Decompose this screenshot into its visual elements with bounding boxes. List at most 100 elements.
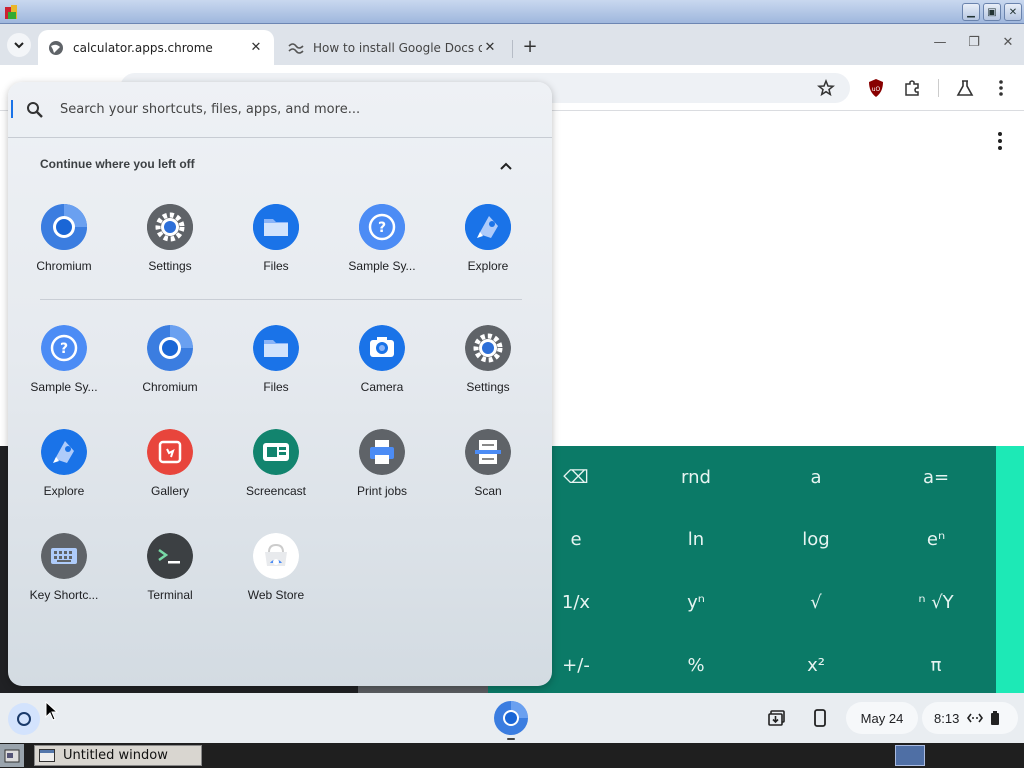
bookmark-star-icon[interactable] xyxy=(815,77,837,99)
date-label: May 24 xyxy=(860,710,904,726)
continue-app-explore[interactable]: Explore xyxy=(438,204,538,284)
continue-app-files[interactable]: Files xyxy=(226,204,326,284)
app-print-jobs[interactable]: Print jobs xyxy=(332,429,432,509)
help-icon: ? xyxy=(359,204,405,250)
page-more-icon[interactable] xyxy=(990,129,1010,153)
files-icon xyxy=(253,204,299,250)
tab-title: How to install Google Docs on xyxy=(313,40,482,55)
phone-hub-icon[interactable] xyxy=(808,702,832,734)
launcher-divider xyxy=(40,299,522,300)
app-camera[interactable]: Camera xyxy=(332,325,432,405)
app-label: Web Store xyxy=(247,588,305,602)
launcher-search-input[interactable] xyxy=(60,97,520,121)
minimize-icon[interactable]: — xyxy=(932,34,948,50)
calc-key-sqrt[interactable]: √ xyxy=(756,571,876,634)
chevron-up-icon xyxy=(500,162,512,170)
app-chromium[interactable]: Chromium xyxy=(120,325,220,405)
app-label: Files xyxy=(263,380,289,394)
launcher-circle-icon xyxy=(17,712,31,726)
tab-title: calculator.apps.chrome xyxy=(73,40,213,55)
host-minimize-button[interactable]: ▁ xyxy=(962,3,980,21)
workspace-switcher[interactable] xyxy=(895,745,925,766)
settings-icon xyxy=(147,204,193,250)
explore-icon xyxy=(465,204,511,250)
calc-key-rnd[interactable]: rnd xyxy=(636,446,756,509)
host-maximize-button[interactable]: ▣ xyxy=(983,3,1001,21)
screencast-icon xyxy=(253,429,299,475)
host-task-button[interactable]: Untitled window xyxy=(34,745,202,766)
calc-key-a[interactable]: a xyxy=(756,446,876,509)
calc-key-square[interactable]: x² xyxy=(756,634,876,697)
tab-separator xyxy=(512,40,513,58)
battery-icon xyxy=(991,711,1000,725)
webstore-icon xyxy=(253,533,299,579)
close-icon[interactable]: ✕ xyxy=(248,40,264,56)
app-files[interactable]: Files xyxy=(226,325,326,405)
app-screencast[interactable]: Screencast xyxy=(226,429,326,509)
calc-key-log[interactable]: log xyxy=(756,508,876,571)
calc-key-power[interactable]: yⁿ xyxy=(636,571,756,634)
app-web-store[interactable]: Web Store xyxy=(226,533,326,613)
calculator-panel-edge[interactable] xyxy=(996,446,1024,693)
calc-key-a-assign[interactable]: a= xyxy=(876,446,996,509)
app-label: Settings xyxy=(466,380,510,394)
settings-icon xyxy=(465,325,511,371)
app-label: Explore xyxy=(467,259,509,273)
app-label: Settings xyxy=(148,259,192,273)
calc-key-pi[interactable]: π xyxy=(876,634,996,697)
close-window-icon[interactable]: ✕ xyxy=(1000,34,1016,50)
app-label: Scan xyxy=(474,484,502,498)
calc-key-exp[interactable]: eⁿ xyxy=(876,508,996,571)
calc-key-nth-root[interactable]: ⁿ √Y xyxy=(876,571,996,634)
calc-key-percent[interactable]: % xyxy=(636,634,756,697)
host-close-button[interactable]: ✕ xyxy=(1004,3,1022,21)
browser-menu-icon[interactable] xyxy=(990,77,1012,99)
shelf-chromium-icon[interactable] xyxy=(494,701,528,735)
continue-app-chromium[interactable]: Chromium xyxy=(14,204,114,284)
app-logo-icon xyxy=(5,5,17,19)
launcher-button[interactable] xyxy=(8,703,40,735)
restore-icon[interactable]: ❐ xyxy=(966,34,982,50)
app-label: Sample Sy... xyxy=(348,259,416,273)
svg-text:uO: uO xyxy=(872,86,881,93)
search-icon xyxy=(27,102,43,118)
app-key-shortcuts[interactable]: Key Shortc... xyxy=(14,533,114,613)
calc-key-ln[interactable]: ln xyxy=(636,508,756,571)
toolbar-separator xyxy=(938,79,939,97)
tab-calculator[interactable]: calculator.apps.chrome ✕ xyxy=(38,30,274,65)
files-icon xyxy=(253,325,299,371)
app-label: Terminal xyxy=(147,588,193,602)
app-label: Camera xyxy=(360,380,404,394)
collapse-continue-button[interactable] xyxy=(496,156,516,176)
app-explore[interactable]: Explore xyxy=(14,429,114,509)
host-start-icon[interactable] xyxy=(0,744,24,767)
site-icon xyxy=(288,42,304,54)
launcher-search-bar xyxy=(8,82,552,138)
ublock-icon[interactable]: uO xyxy=(865,77,887,99)
date-tray[interactable]: May 24 xyxy=(846,702,918,734)
extensions-icon[interactable] xyxy=(901,77,923,99)
continue-app-sample-system[interactable]: ? Sample Sy... xyxy=(332,204,432,284)
status-tray[interactable]: 8:13 xyxy=(922,702,1018,734)
app-launcher: Continue where you left off Chromium Set… xyxy=(8,82,552,686)
continue-section-title: Continue where you left off xyxy=(40,157,195,171)
host-task-label: Untitled window xyxy=(63,748,168,763)
labs-flask-icon[interactable] xyxy=(954,77,976,99)
help-icon: ? xyxy=(41,325,87,371)
close-icon[interactable]: ✕ xyxy=(482,40,498,56)
calculator-keypad: ⌫ rnd a a= e ln log eⁿ 1/x yⁿ √ ⁿ √Y +/-… xyxy=(488,446,996,693)
explore-icon xyxy=(41,429,87,475)
app-terminal[interactable]: Terminal xyxy=(120,533,220,613)
app-sample-system[interactable]: ? Sample Sy... xyxy=(14,325,114,405)
app-gallery[interactable]: Gallery xyxy=(120,429,220,509)
chromium-icon xyxy=(147,325,193,371)
svg-text:?: ? xyxy=(60,341,68,357)
tab-search-button[interactable] xyxy=(7,33,31,57)
tab-google-docs[interactable]: How to install Google Docs on ✕ xyxy=(278,30,508,65)
continue-app-settings[interactable]: Settings xyxy=(120,204,220,284)
new-tab-button[interactable]: + xyxy=(520,36,540,57)
holding-space-icon[interactable] xyxy=(763,702,791,734)
app-settings[interactable]: Settings xyxy=(438,325,538,405)
network-icon xyxy=(967,713,984,723)
app-scan[interactable]: Scan xyxy=(438,429,538,509)
